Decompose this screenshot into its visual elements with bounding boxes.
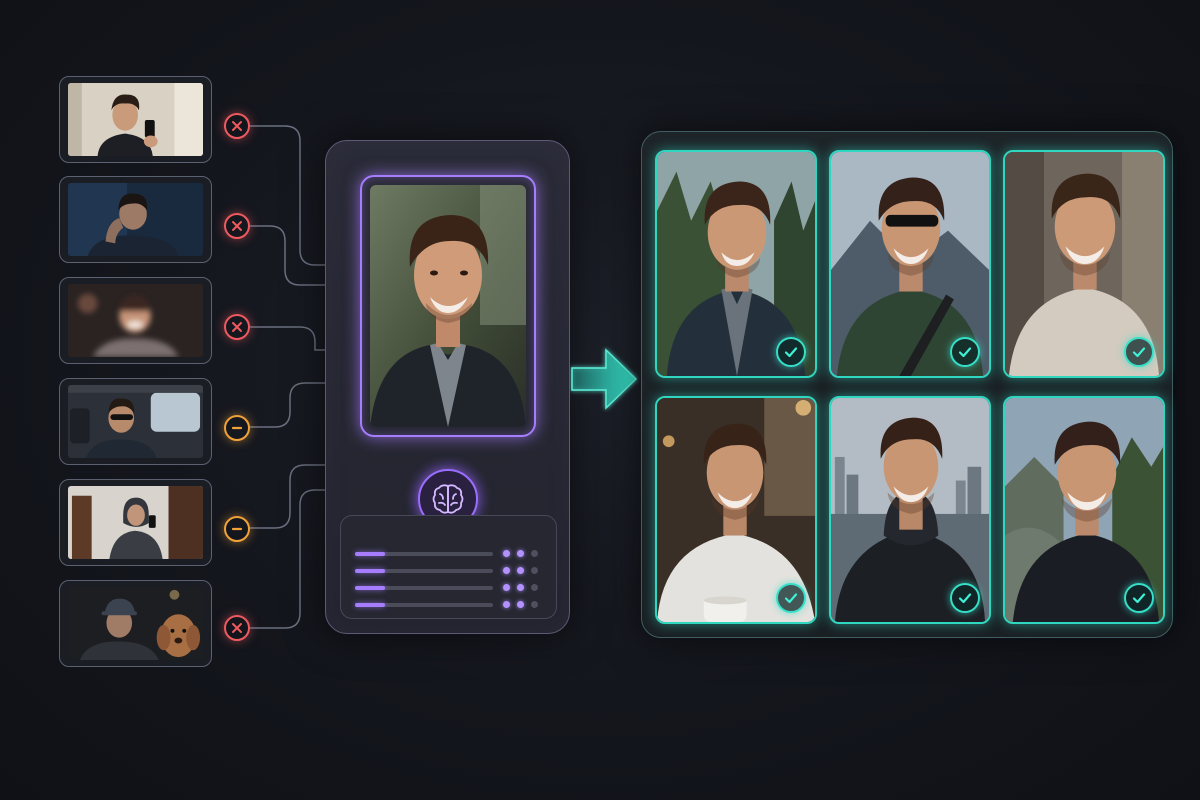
metric-dot: [531, 550, 538, 557]
input-thumbnail-1[interactable]: [59, 76, 212, 163]
metric-row: [355, 567, 542, 575]
metric-row: [355, 584, 542, 592]
metric-dot: [503, 601, 510, 608]
metric-dot: [503, 567, 510, 574]
mirror-selfie-photo: [68, 83, 203, 156]
car-photo: [68, 385, 203, 458]
metric-dot: [531, 567, 538, 574]
x-circle-icon: [224, 314, 250, 340]
metric-fill: [355, 552, 385, 556]
check-circle-icon: [776, 583, 806, 613]
input-thumbnail-5[interactable]: [59, 479, 212, 566]
minus-circle-icon: [224, 516, 250, 542]
x-circle-icon: [224, 113, 250, 139]
x-circle-icon: [224, 615, 250, 641]
metric-dot: [517, 601, 524, 608]
minus-circle-icon: [224, 415, 250, 441]
metric-fill: [355, 586, 385, 590]
input-thumbnail-4[interactable]: [59, 378, 212, 465]
selected-photo-frame: [360, 175, 536, 437]
result-card-2[interactable]: [829, 150, 991, 378]
input-thumbnail-2[interactable]: [59, 176, 212, 263]
arrow-right-icon: [571, 348, 638, 410]
ai-processor-panel: [325, 140, 570, 634]
result-card-5[interactable]: [829, 396, 991, 624]
result-card-1[interactable]: [655, 150, 817, 378]
metric-dot: [503, 550, 510, 557]
blurry-photo: [68, 284, 203, 357]
input-thumbnail-3[interactable]: [59, 277, 212, 364]
metric-dot: [517, 567, 524, 574]
hoodie-mirror-photo: [68, 486, 203, 559]
check-circle-icon: [950, 337, 980, 367]
metric-dot: [503, 584, 510, 591]
curated-results-panel: [641, 131, 1173, 638]
selected-portrait-photo: [370, 185, 526, 427]
check-circle-icon: [1124, 583, 1154, 613]
check-circle-icon: [950, 583, 980, 613]
result-card-4[interactable]: [655, 396, 817, 624]
check-circle-icon: [1124, 337, 1154, 367]
input-thumbnail-6[interactable]: [59, 580, 212, 667]
result-card-3[interactable]: [1003, 150, 1165, 378]
result-card-6[interactable]: [1003, 396, 1165, 624]
analysis-metrics-panel: [340, 515, 557, 619]
metric-row: [355, 601, 542, 609]
cap-with-dog-photo: [68, 587, 203, 660]
metric-dot: [531, 601, 538, 608]
x-circle-icon: [224, 213, 250, 239]
metric-dot: [517, 584, 524, 591]
metric-fill: [355, 603, 385, 607]
metric-row: [355, 550, 542, 558]
metric-dot: [517, 550, 524, 557]
check-circle-icon: [776, 337, 806, 367]
dark-room-photo: [68, 183, 203, 256]
metric-fill: [355, 569, 385, 573]
metric-dot: [531, 584, 538, 591]
